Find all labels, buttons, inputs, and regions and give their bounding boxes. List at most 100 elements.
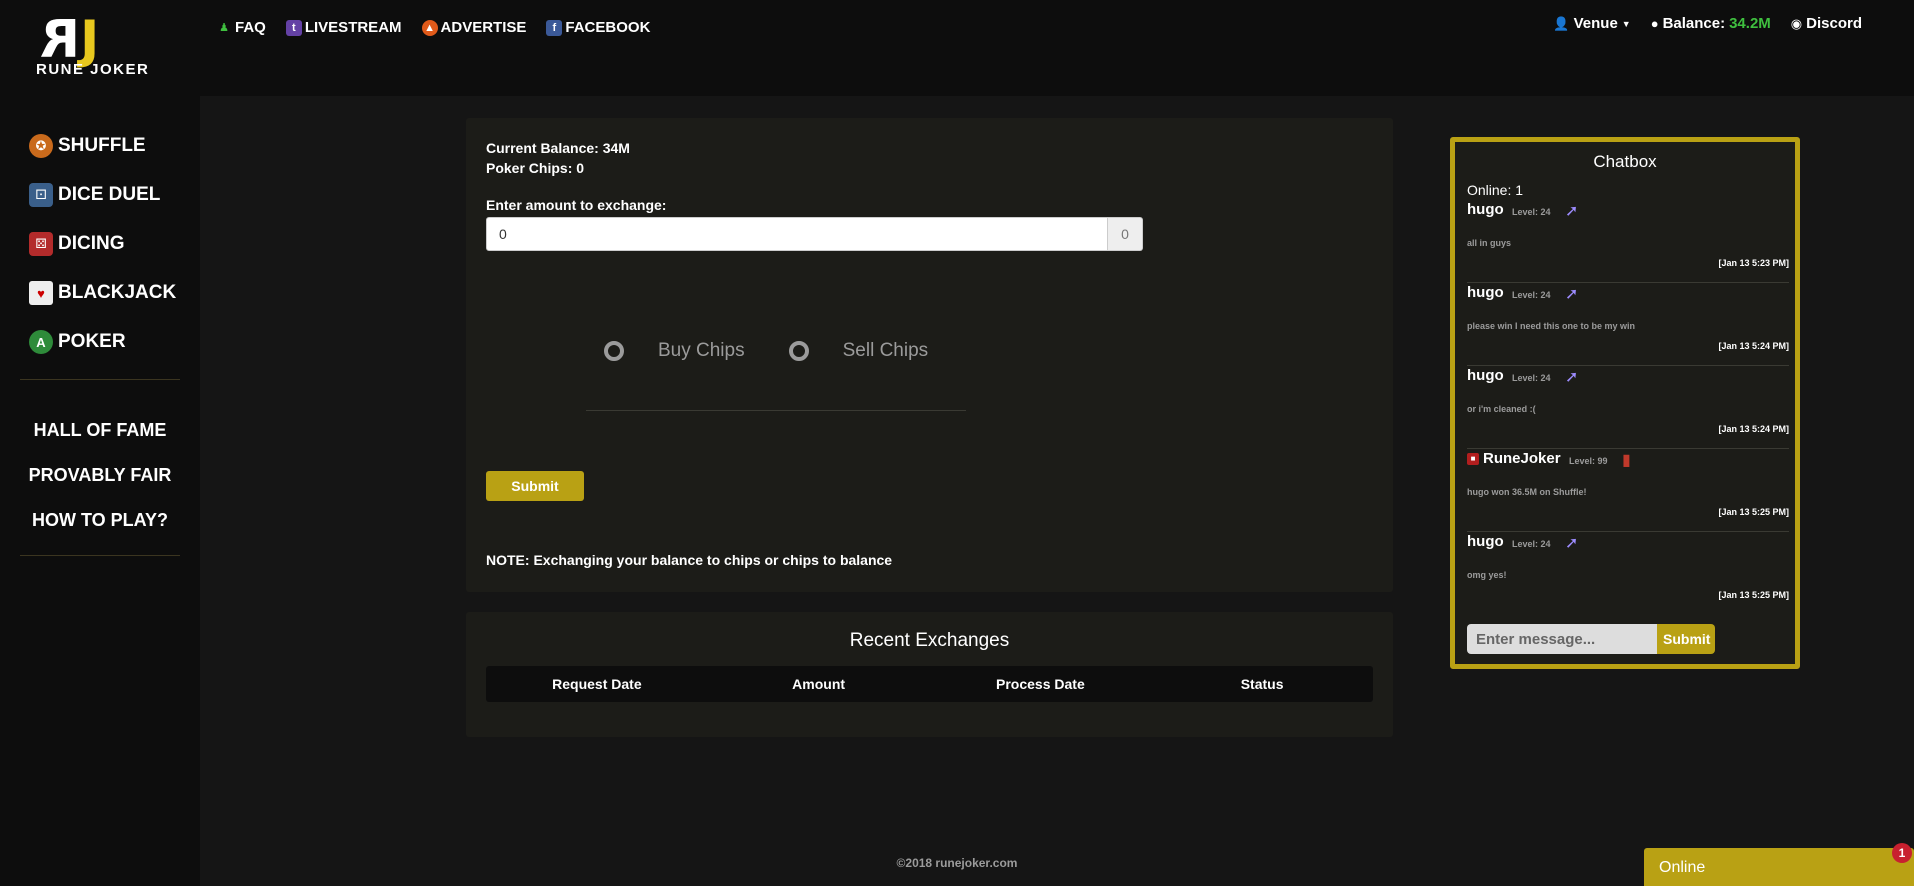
sell-chips-label[interactable]: Sell Chips bbox=[843, 340, 929, 362]
column-header: Amount bbox=[792, 676, 846, 692]
sidebar-item-dice-duel[interactable]: ⚀ DICE DUEL bbox=[29, 175, 176, 215]
recent-exchanges-title: Recent Exchanges bbox=[849, 630, 1010, 651]
sidebar-item-label: SHUFFLE bbox=[58, 135, 146, 156]
nav-facebook-label: FACEBOOK bbox=[565, 19, 651, 36]
chat-text: all in guys bbox=[1467, 238, 1512, 248]
chat-message-input[interactable] bbox=[1467, 624, 1657, 654]
sidebar-link-how-to-play[interactable]: HOW TO PLAY? bbox=[0, 498, 200, 543]
poker-chips: Poker Chips: 0 bbox=[486, 160, 585, 176]
chat-text: hugo won 36.5M on Shuffle! bbox=[1467, 487, 1587, 497]
chat-level: Level: 24 bbox=[1512, 290, 1551, 300]
nav-faq[interactable]: ♟ FAQ bbox=[216, 19, 266, 36]
submit-button[interactable]: Submit bbox=[486, 471, 584, 501]
sidebar-divider bbox=[20, 555, 180, 556]
amount-label: Enter amount to exchange: bbox=[486, 197, 667, 213]
user-icon: 👤 bbox=[1553, 15, 1570, 31]
chatbox-title: Chatbox bbox=[1593, 152, 1657, 171]
sidebar-links: HALL OF FAME PROVABLY FAIR HOW TO PLAY? bbox=[0, 408, 200, 543]
balance-display: ● Balance: 34.2M bbox=[1651, 15, 1771, 32]
chat-username[interactable]: hugo bbox=[1467, 533, 1504, 550]
current-balance: Current Balance: 34M bbox=[486, 140, 630, 156]
chat-message: ■ RuneJoker Level: 99 ▮ hugo won 36.5M on… bbox=[1467, 450, 1789, 532]
chat-username[interactable]: hugo bbox=[1467, 201, 1504, 218]
nav-faq-label: FAQ bbox=[235, 19, 266, 36]
exchange-panel: Current Balance: 34M Poker Chips: 0 Ente… bbox=[466, 118, 1393, 592]
chat-time: [Jan 13 5:23 PM] bbox=[1718, 258, 1789, 268]
dice-duel-icon: ⚀ bbox=[29, 183, 53, 207]
rank-badge-icon: ■ bbox=[1467, 453, 1479, 466]
user-menu[interactable]: 👤 Venue ▼ bbox=[1553, 15, 1630, 32]
chat-message: hugo Level: 24 ➚ omg yes! [Jan 13 5:25 P… bbox=[1467, 533, 1789, 614]
exchange-note: NOTE: Exchanging your balance to chips o… bbox=[486, 552, 893, 568]
sidebar-item-poker[interactable]: A POKER bbox=[29, 322, 176, 362]
chat-time: [Jan 13 5:24 PM] bbox=[1718, 424, 1789, 434]
table-header: Request Date Amount Process Date Status bbox=[486, 666, 1373, 702]
chatbox: Chatbox Online: 1 hugo Level: 24 ➚ all i… bbox=[1450, 137, 1800, 669]
piggy-bank-icon: ● bbox=[1650, 16, 1659, 31]
online-chat-widget[interactable]: Online bbox=[1644, 848, 1914, 886]
chat-text: or i'm cleaned :( bbox=[1467, 404, 1536, 414]
cape-icon: ▮ bbox=[1622, 452, 1631, 469]
sidebar-link-hall-of-fame[interactable]: HALL OF FAME bbox=[0, 408, 200, 453]
top-bar: RJ RUNE JOKER ♟ FAQ t LIVESTREAM ▲ ADVER… bbox=[0, 0, 1914, 96]
sword-icon: ➚ bbox=[1565, 203, 1579, 220]
online-count: Online: 1 bbox=[1467, 182, 1524, 198]
logo-mark: RJ bbox=[44, 10, 100, 70]
chat-input-group: Submit bbox=[1467, 624, 1715, 654]
chat-submit-button[interactable]: Submit bbox=[1657, 624, 1715, 654]
sword-icon: ➚ bbox=[1565, 535, 1579, 552]
rune-joker-logo[interactable]: RJ RUNE JOKER bbox=[34, 10, 158, 80]
cards-icon: ♥ bbox=[29, 281, 53, 305]
chat-time: [Jan 13 5:24 PM] bbox=[1718, 341, 1789, 351]
chat-message: hugo Level: 24 ➚ please win I need this … bbox=[1467, 284, 1789, 366]
megaphone-icon: ▲ bbox=[421, 19, 438, 36]
top-nav: ♟ FAQ t LIVESTREAM ▲ ADVERTISE f FACEBOO… bbox=[216, 19, 650, 36]
sidebar-link-provably-fair[interactable]: PROVABLY FAIR bbox=[0, 453, 200, 498]
nav-advertise[interactable]: ▲ ADVERTISE bbox=[421, 19, 527, 36]
sidebar-item-shuffle[interactable]: ✪ SHUFFLE bbox=[29, 126, 176, 166]
amount-addon: 0 bbox=[1108, 217, 1143, 251]
sword-icon: ➚ bbox=[1565, 369, 1579, 386]
nav-facebook[interactable]: f FACEBOOK bbox=[546, 19, 650, 36]
discord-icon: ◉ bbox=[1790, 15, 1803, 31]
chat-username[interactable]: hugo bbox=[1467, 367, 1504, 384]
chat-message: hugo Level: 24 ➚ or i'm cleaned :( [Jan … bbox=[1467, 367, 1789, 449]
nav-livestream-label: LIVESTREAM bbox=[304, 19, 402, 36]
buy-chips-radio[interactable] bbox=[604, 341, 624, 361]
game-list: ✪ SHUFFLE ⚀ DICE DUEL ⚄ DICING ♥ BLACKJA… bbox=[29, 126, 176, 371]
options-divider bbox=[586, 410, 966, 411]
discord-link[interactable]: ◉ Discord bbox=[1791, 15, 1862, 32]
exchange-type-options: Buy Chips Sell Chips bbox=[604, 340, 972, 362]
people-icon: ♟ bbox=[219, 22, 229, 34]
sidebar-item-blackjack[interactable]: ♥ BLACKJACK bbox=[29, 273, 176, 313]
logo-text: RUNE JOKER bbox=[36, 61, 150, 78]
chat-messages: hugo Level: 24 ➚ all in guys [Jan 13 5:2… bbox=[1467, 201, 1789, 615]
account-area: 👤 Venue ▼ ● Balance: 34.2M ◉ Discord bbox=[1553, 15, 1862, 32]
sidebar-item-label: BLACKJACK bbox=[58, 282, 177, 303]
chat-text: please win I need this one to be my win bbox=[1467, 321, 1636, 331]
balance-label: Balance: bbox=[1662, 15, 1726, 32]
column-header: Status bbox=[1240, 676, 1284, 692]
chat-time: [Jan 13 5:25 PM] bbox=[1718, 507, 1789, 517]
facebook-icon: f bbox=[546, 19, 563, 36]
chat-username[interactable]: ■ RuneJoker bbox=[1467, 450, 1561, 467]
nav-advertise-label: ADVERTISE bbox=[440, 19, 527, 36]
chat-level: Level: 99 bbox=[1569, 456, 1608, 466]
balance-value: 34.2M bbox=[1729, 15, 1771, 32]
chat-username[interactable]: hugo bbox=[1467, 284, 1504, 301]
sword-icon: ➚ bbox=[1565, 286, 1579, 303]
chat-text: omg yes! bbox=[1467, 570, 1507, 580]
username: Venue bbox=[1573, 15, 1618, 32]
buy-chips-label[interactable]: Buy Chips bbox=[658, 340, 745, 362]
nav-livestream[interactable]: t LIVESTREAM bbox=[285, 19, 402, 36]
chat-level: Level: 24 bbox=[1512, 539, 1551, 549]
sell-chips-radio[interactable] bbox=[788, 341, 809, 361]
column-header: Request Date bbox=[552, 676, 642, 692]
poker-icon: A bbox=[29, 330, 53, 354]
sidebar: ✪ SHUFFLE ⚀ DICE DUEL ⚄ DICING ♥ BLACKJA… bbox=[0, 96, 200, 886]
sidebar-item-label: DICE DUEL bbox=[58, 184, 161, 205]
shuffle-icon: ✪ bbox=[29, 134, 53, 158]
chat-message: hugo Level: 24 ➚ all in guys [Jan 13 5:2… bbox=[1467, 201, 1789, 283]
sidebar-item-dicing[interactable]: ⚄ DICING bbox=[29, 224, 176, 264]
amount-input[interactable] bbox=[486, 217, 1108, 251]
